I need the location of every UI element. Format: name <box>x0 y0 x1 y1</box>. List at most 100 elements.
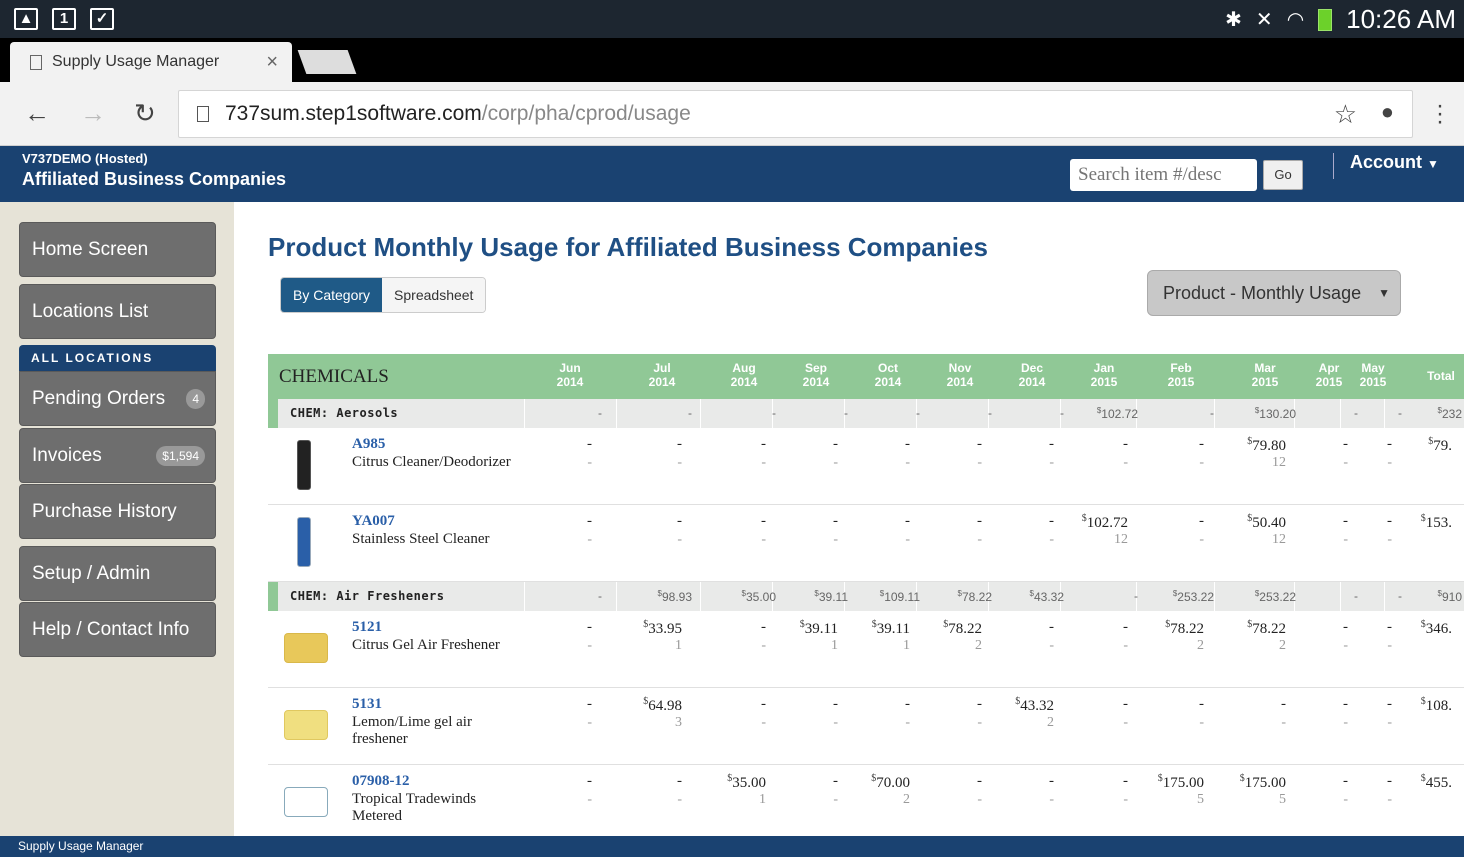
year-label: 2015 <box>1090 375 1118 389</box>
year-label: 2014 <box>1018 375 1046 389</box>
year-label: 2015 <box>1167 375 1195 389</box>
usage-amount: - <box>977 696 982 712</box>
sidebar-item-locations[interactable]: Locations List <box>19 284 216 339</box>
cell-divider <box>616 399 617 428</box>
product-description: Tropical Tradewinds Metered <box>352 791 477 824</box>
usage-quantity: - <box>677 792 682 807</box>
caret-down-icon: ▼ <box>1378 286 1390 300</box>
usage-quantity: 2 <box>1197 638 1204 653</box>
usage-quantity: - <box>1343 638 1348 653</box>
usage-amount: - <box>977 513 982 529</box>
subtotal-cell: $102.72 <box>1097 406 1138 421</box>
subtotal-cell: - <box>1398 589 1402 603</box>
sidebar-item-label: Help / Contact Info <box>32 619 190 640</box>
subtotal-cell: $253.22 <box>1255 589 1296 604</box>
product-code-link[interactable]: YA007 <box>352 513 395 530</box>
usage-amount: - <box>1343 619 1348 635</box>
menu-dots-icon[interactable]: · · · <box>1436 94 1444 134</box>
usage-amount: $175.00 <box>1240 773 1286 792</box>
product-code-link[interactable]: 5131 <box>352 696 382 713</box>
year-label: 2014 <box>730 375 758 389</box>
spreadsheet-button[interactable]: Spreadsheet <box>382 278 486 312</box>
usage-quantity: - <box>1049 455 1054 470</box>
account-id: V737DEMO (Hosted) <box>22 151 148 166</box>
amount: 253.22 <box>1259 590 1296 604</box>
amount: 130.20 <box>1259 407 1296 421</box>
product-row: 07908-12 Tropical Tradewinds Metered - - $35… <box>268 765 1464 836</box>
clock: 10:26 AM <box>1346 4 1456 34</box>
usage-amount: - <box>833 696 838 712</box>
usage-quantity: - <box>905 532 910 547</box>
amount: 910 <box>1441 590 1462 604</box>
bookmark-star-icon[interactable]: ☆ <box>1334 99 1357 130</box>
month-header: Sep 2014 <box>786 361 846 389</box>
url-host: 737sum.step1software.com <box>225 102 482 125</box>
usage-quantity: - <box>587 455 592 470</box>
usage-amount: - <box>1387 619 1392 635</box>
usage-amount: $78.22 <box>943 619 982 638</box>
usage-amount: - <box>1049 773 1054 789</box>
search-input[interactable] <box>1070 159 1257 191</box>
subcategory-name: CHEM: Aerosols <box>290 406 399 420</box>
usage-quantity: 12 <box>1272 532 1286 547</box>
subtotal-cell: - <box>916 406 920 420</box>
sidebar-item-home[interactable]: Home Screen <box>19 222 216 277</box>
by-category-button[interactable]: By Category <box>281 278 383 312</box>
microphone-icon[interactable]: ● <box>1381 99 1394 125</box>
usage-amount: $102.72 <box>1082 513 1128 532</box>
usage-quantity: - <box>1281 715 1286 730</box>
url-path: /corp/pha/cprod/usage <box>481 102 691 125</box>
amount: 39.11 <box>818 590 848 604</box>
usage-amount: $33.95 <box>643 619 682 638</box>
usage-quantity: - <box>1123 792 1128 807</box>
sidebar-item-pending-orders[interactable]: Pending Orders 4 <box>19 371 216 426</box>
footer-text: Supply Usage Manager <box>18 839 144 853</box>
subtotal-cell: $35.00 <box>742 589 776 604</box>
usage-amount: $175.00 <box>1158 773 1204 792</box>
amount: 78.22 <box>948 621 982 637</box>
usage-amount: $79.80 <box>1247 436 1286 455</box>
usage-amount: $79. <box>1428 436 1452 455</box>
usage-amount: - <box>1199 696 1204 712</box>
product-code-link[interactable]: 5121 <box>352 619 382 636</box>
usage-quantity: - <box>1343 715 1348 730</box>
sidebar-item-invoices[interactable]: Invoices $1,594 <box>19 428 216 483</box>
back-arrow-icon[interactable]: ← <box>24 98 50 129</box>
amount: 78.22 <box>1170 621 1204 637</box>
usage-amount: - <box>1387 436 1392 452</box>
month-label: Jul <box>653 361 671 375</box>
subtotal-cell: - <box>1398 406 1402 420</box>
new-tab-button[interactable] <box>297 50 357 74</box>
pending-count-badge: 4 <box>186 389 205 409</box>
month-header: Aug 2014 <box>714 361 774 389</box>
year-label: 2015 <box>1251 375 1279 389</box>
usage-quantity: - <box>1049 792 1054 807</box>
usage-quantity: - <box>1049 638 1054 653</box>
view-toggle: By Category Spreadsheet <box>280 277 487 313</box>
report-select[interactable]: Product - Monthly Usage ▼ <box>1147 270 1401 316</box>
sidebar-item-help[interactable]: Help / Contact Info <box>19 602 216 657</box>
reload-icon[interactable]: ↻ <box>134 98 156 129</box>
product-code-link[interactable]: A985 <box>352 436 385 453</box>
go-button[interactable]: Go <box>1263 160 1303 190</box>
footer: Supply Usage Manager <box>0 836 1464 857</box>
month-header: Nov 2014 <box>930 361 990 389</box>
usage-amount: $78.22 <box>1247 619 1286 638</box>
address-bar[interactable]: 737sum.step1software.com/corp/pha/cprod/… <box>178 90 1413 138</box>
sidebar-item-setup[interactable]: Setup / Admin <box>19 546 216 601</box>
usage-amount: $43.32 <box>1015 696 1054 715</box>
month-header: Feb 2015 <box>1151 361 1211 389</box>
usage-amount: - <box>677 513 682 529</box>
usage-amount: - <box>587 619 592 635</box>
sidebar-item-purchase-history[interactable]: Purchase History <box>19 484 216 539</box>
product-row: A985 Citrus Cleaner/Deodorizer - - - - - - - - - $7… <box>268 428 1464 505</box>
product-description: Citrus Cleaner/Deodorizer <box>352 454 511 470</box>
product-code-link[interactable]: 07908-12 <box>352 773 410 790</box>
usage-quantity: - <box>587 715 592 730</box>
month-header: Jun 2014 <box>540 361 600 389</box>
browser-tab[interactable]: Supply Usage Manager × <box>10 42 292 82</box>
usage-quantity: - <box>587 792 592 807</box>
account-menu[interactable]: Account ▼ <box>1350 152 1439 173</box>
close-tab-icon[interactable]: × <box>266 51 278 74</box>
forward-arrow-icon[interactable]: → <box>80 98 106 129</box>
